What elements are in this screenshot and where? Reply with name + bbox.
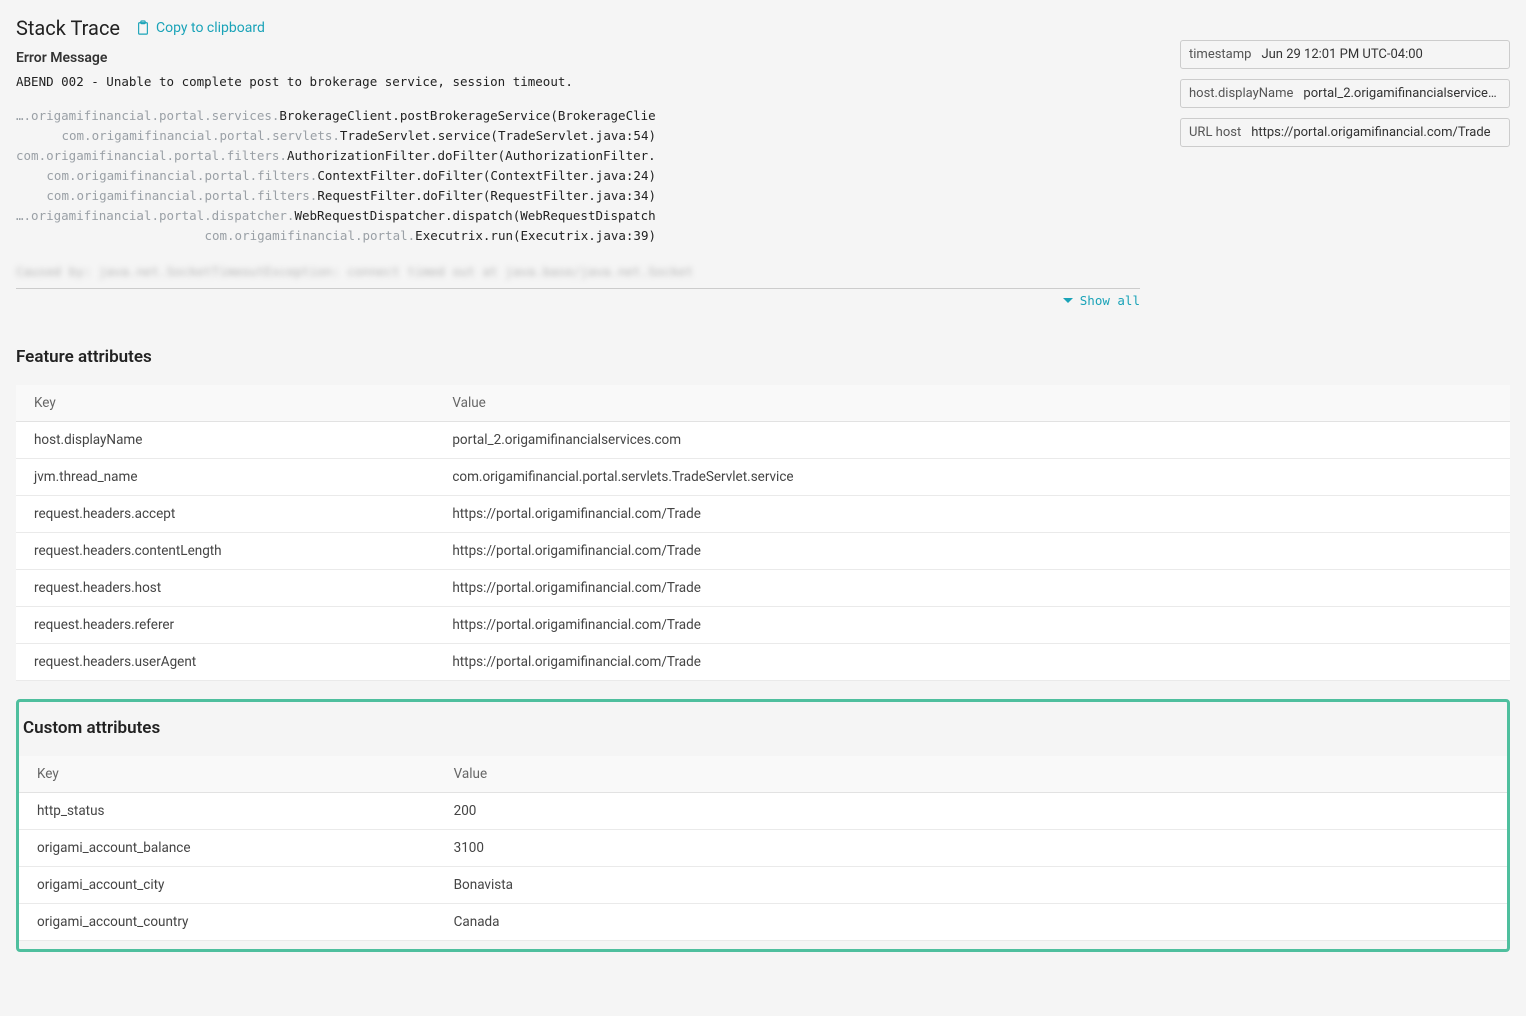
stack-trace-line: com.origamifinancial.portal.filters.Cont… <box>16 166 656 186</box>
show-all-label: Show all <box>1080 293 1140 308</box>
metadata-value: portal_2.origamifinancialservices.com <box>1303 86 1501 101</box>
attr-key: request.headers.contentLength <box>16 532 434 569</box>
clipboard-icon <box>136 20 150 36</box>
custom-attributes-table: Key Value http_status200origami_account_… <box>19 756 1507 941</box>
attr-key: request.headers.host <box>16 569 434 606</box>
attr-value: Canada <box>436 903 1507 940</box>
table-row[interactable]: request.headers.hosthttps://portal.origa… <box>16 569 1510 606</box>
table-row[interactable]: origami_account_cityBonavista <box>19 866 1507 903</box>
table-row[interactable]: request.headers.userAgenthttps://portal.… <box>16 643 1510 680</box>
attr-key: request.headers.userAgent <box>16 643 434 680</box>
feature-attributes-table: Key Value host.displayNameportal_2.origa… <box>16 385 1510 681</box>
attr-key: origami_account_balance <box>19 829 436 866</box>
attr-value: portal_2.origamifinancialservices.com <box>434 421 1510 458</box>
page-title: Stack Trace <box>16 16 120 40</box>
metadata-value: https://portal.origamifinancial.com/Trad… <box>1251 125 1490 140</box>
stack-trace-line: com.origamifinancial.portal.filters.Requ… <box>16 186 656 206</box>
error-message-text: ABEND 002 - Unable to complete post to b… <box>16 72 1140 92</box>
table-row[interactable]: http_status200 <box>19 792 1507 829</box>
table-row[interactable]: host.displayNameportal_2.origamifinancia… <box>16 421 1510 458</box>
attr-key: host.displayName <box>16 421 434 458</box>
attr-value: https://portal.origamifinancial.com/Trad… <box>434 532 1510 569</box>
attr-key: jvm.thread_name <box>16 458 434 495</box>
table-header-value: Value <box>436 756 1507 793</box>
attr-key: request.headers.referer <box>16 606 434 643</box>
stack-trace-line: com.origamifinancial.portal.Executrix.ru… <box>16 226 656 246</box>
metadata-key: host.displayName <box>1189 86 1293 101</box>
error-message-label: Error Message <box>16 50 1140 66</box>
custom-attributes-title: Custom attributes <box>23 718 1507 738</box>
stack-trace-block: ….origamifinancial.portal.services.Broke… <box>16 106 656 246</box>
metadata-key: URL host <box>1189 125 1241 140</box>
metadata-box[interactable]: URL host https://portal.origamifinancial.… <box>1180 118 1510 147</box>
table-row[interactable]: request.headers.accepthttps://portal.ori… <box>16 495 1510 532</box>
table-row[interactable]: origami_account_countryCanada <box>19 903 1507 940</box>
attr-value: com.origamifinancial.portal.servlets.Tra… <box>434 458 1510 495</box>
feature-attributes-title: Feature attributes <box>16 347 1510 367</box>
attr-value: https://portal.origamifinancial.com/Trad… <box>434 606 1510 643</box>
table-row[interactable]: origami_account_balance3100 <box>19 829 1507 866</box>
table-header-value: Value <box>434 385 1510 422</box>
metadata-value: Jun 29 12:01 PM UTC-04:00 <box>1261 47 1422 62</box>
attr-value: Bonavista <box>436 866 1507 903</box>
copy-to-clipboard-link[interactable]: Copy to clipboard <box>136 20 265 36</box>
stack-trace-line: com.origamifinancial.portal.filters.Auth… <box>16 146 656 166</box>
stack-trace-line: ….origamifinancial.portal.services.Broke… <box>16 106 656 126</box>
show-all-toggle[interactable]: Show all <box>1062 293 1140 308</box>
stack-trace-line: com.origamifinancial.portal.servlets.Tra… <box>16 126 656 146</box>
table-row[interactable]: jvm.thread_namecom.origamifinancial.port… <box>16 458 1510 495</box>
attr-key: request.headers.accept <box>16 495 434 532</box>
metadata-box[interactable]: host.displayName portal_2.origamifinancia… <box>1180 79 1510 108</box>
attr-value: https://portal.origamifinancial.com/Trad… <box>434 569 1510 606</box>
metadata-sidebar: timestamp Jun 29 12:01 PM UTC-04:00 host.d… <box>1180 16 1510 157</box>
attr-value: https://portal.origamifinancial.com/Trad… <box>434 643 1510 680</box>
table-row[interactable]: request.headers.refererhttps://portal.or… <box>16 606 1510 643</box>
copy-label: Copy to clipboard <box>156 20 265 36</box>
table-header-key: Key <box>19 756 436 793</box>
metadata-key: timestamp <box>1189 47 1251 62</box>
table-row[interactable]: request.headers.contentLengthhttps://por… <box>16 532 1510 569</box>
attr-key: origami_account_country <box>19 903 436 940</box>
attr-key: origami_account_city <box>19 866 436 903</box>
attr-key: http_status <box>19 792 436 829</box>
chevron-down-icon <box>1062 295 1074 307</box>
attr-value: https://portal.origamifinancial.com/Trad… <box>434 495 1510 532</box>
table-header-key: Key <box>16 385 434 422</box>
stack-trace-hidden-preview: Caused by: java.net.SocketTimeoutExcepti… <box>16 262 1140 282</box>
stack-trace-line: ….origamifinancial.portal.dispatcher.Web… <box>16 206 656 226</box>
metadata-box[interactable]: timestamp Jun 29 12:01 PM UTC-04:00 <box>1180 40 1510 69</box>
attr-value: 3100 <box>436 829 1507 866</box>
attr-value: 200 <box>436 792 1507 829</box>
custom-attributes-highlight: Custom attributes Key Value http_status2… <box>16 699 1510 952</box>
